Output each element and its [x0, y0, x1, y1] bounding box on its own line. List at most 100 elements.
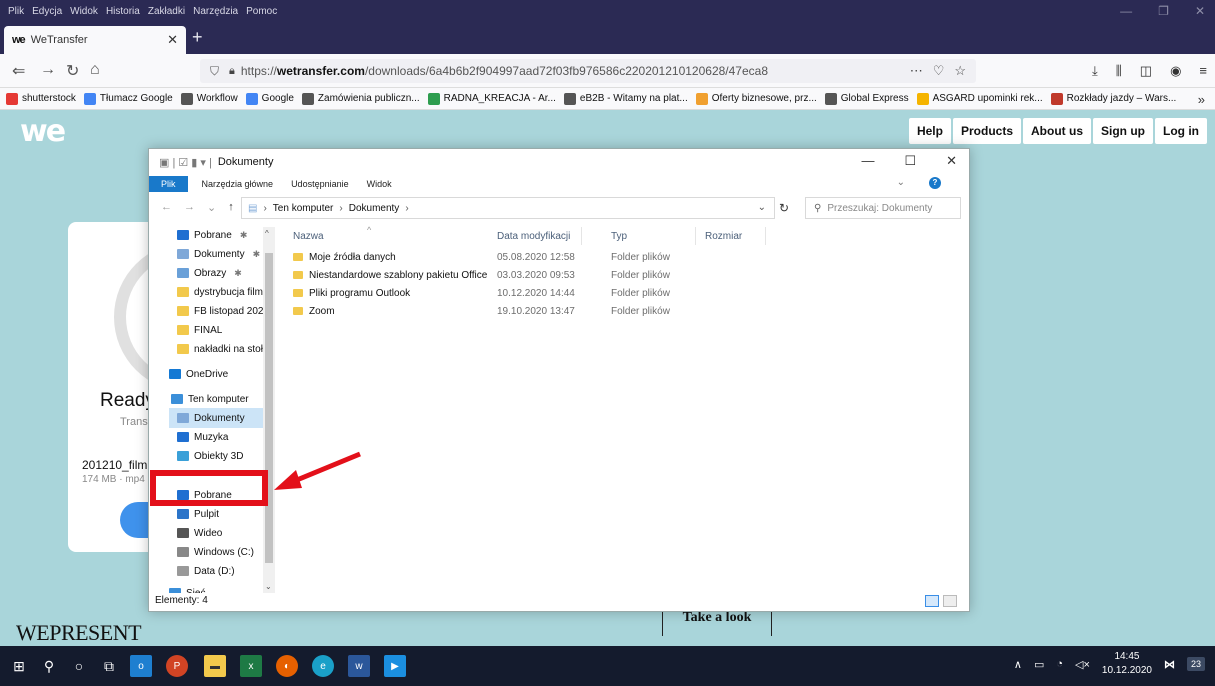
explorer-forward-icon[interactable]: →: [184, 201, 195, 214]
pocket-icon[interactable]: ♡: [933, 63, 945, 79]
media-icon[interactable]: ▶: [384, 655, 406, 677]
task-view-icon[interactable]: ⧉: [98, 655, 120, 677]
address-dropdown-icon[interactable]: ⌄: [758, 202, 766, 213]
nav-item[interactable]: Pobrane ✱: [177, 225, 247, 245]
nav-item[interactable]: nakładki na stoły: [177, 339, 268, 359]
volume-icon[interactable]: ◁×: [1075, 658, 1090, 671]
lock-icon[interactable]: 🔒︎: [229, 65, 235, 78]
nav-item[interactable]: dystrybucja filmi: [177, 282, 265, 302]
minimize-icon[interactable]: —: [1120, 4, 1132, 18]
column-divider[interactable]: [765, 227, 766, 245]
firefox-icon[interactable]: ◐: [276, 655, 298, 677]
nav-item[interactable]: Pulpit: [177, 504, 219, 524]
new-tab-icon[interactable]: +: [192, 27, 203, 48]
quick-access-toolbar-icon[interactable]: ▣ | ☑ ▮ ▾ |: [159, 156, 212, 169]
back-icon[interactable]: ⇐: [12, 61, 25, 81]
file-explorer-icon[interactable]: ▬: [204, 655, 226, 677]
nav-item[interactable]: Data (D:): [177, 561, 235, 581]
page-actions-icon[interactable]: ⋯: [910, 63, 923, 79]
menu-item[interactable]: Zakładki: [148, 6, 185, 17]
explorer-maximize-icon[interactable]: ☐: [904, 153, 916, 169]
pin-icon[interactable]: ✱: [234, 268, 242, 279]
column-divider[interactable]: [695, 227, 696, 245]
ribbon-tab[interactable]: Narzędzia główne: [202, 179, 274, 189]
forward-icon[interactable]: →: [40, 61, 56, 79]
ribbon-tab[interactable]: Udostępnianie: [291, 179, 349, 189]
close-icon[interactable]: ✕: [1195, 4, 1205, 18]
nav-item[interactable]: Windows (C:): [177, 542, 254, 562]
cortana-icon[interactable]: ○: [68, 655, 90, 677]
column-divider[interactable]: [581, 227, 582, 245]
nav-item[interactable]: Obiekty 3D: [177, 446, 243, 466]
nav-link[interactable]: Log in: [1155, 118, 1207, 144]
powerpoint-icon[interactable]: P: [166, 655, 188, 677]
menu-item[interactable]: Historia: [106, 6, 140, 17]
restore-icon[interactable]: ❐: [1158, 4, 1169, 18]
column-date[interactable]: Data modyfikacji: [497, 231, 570, 242]
scroll-down-icon[interactable]: ⌄: [265, 582, 272, 591]
breadcrumb-item[interactable]: Ten komputer: [273, 203, 334, 214]
bookmark-item[interactable]: shutterstock: [6, 92, 76, 105]
nav-item[interactable]: FINAL: [177, 320, 222, 340]
nav-item[interactable]: Wideo: [177, 523, 222, 543]
nav-item[interactable]: Obrazy ✱: [177, 263, 242, 283]
explorer-back-icon[interactable]: ←: [161, 201, 172, 214]
file-row[interactable]: Zoom 19.10.2020 13:47 Folder plików: [293, 303, 793, 321]
nav-link[interactable]: Help: [908, 118, 951, 144]
menu-item[interactable]: Widok: [70, 6, 98, 17]
battery-icon[interactable]: ▭: [1034, 658, 1044, 671]
bookmark-item[interactable]: Tłumacz Google: [83, 92, 173, 105]
bookmark-item[interactable]: Workflow: [180, 92, 238, 105]
explorer-minimize-icon[interactable]: —: [861, 153, 874, 169]
ribbon-expand-icon[interactable]: ⌄: [897, 177, 905, 189]
explorer-close-icon[interactable]: ✕: [946, 153, 957, 169]
start-icon[interactable]: ⊞: [8, 655, 30, 677]
bookmark-item[interactable]: Rozkłady jazdy – Wars...: [1050, 92, 1176, 105]
menu-item[interactable]: Pomoc: [246, 6, 277, 17]
menu-item[interactable]: Narzędzia: [193, 6, 238, 17]
shield-icon[interactable]: ⛉: [210, 64, 219, 79]
clock[interactable]: 14:45 10.12.2020: [1102, 650, 1152, 678]
refresh-icon[interactable]: ↻: [779, 201, 789, 215]
sidebar-icon[interactable]: ◫: [1140, 63, 1152, 79]
bookmark-item[interactable]: RADNA_KREACJA - Ar...: [427, 92, 556, 105]
nav-item[interactable]: FB listopad 2020: [177, 301, 269, 321]
column-size[interactable]: Rozmiar: [705, 231, 742, 242]
file-row[interactable]: Niestandardowe szablony pakietu Office 03…: [293, 267, 793, 285]
network-icon[interactable]: ◔: [1056, 658, 1063, 670]
file-row[interactable]: Pliki programu Outlook 10.12.2020 14:44 Fo…: [293, 285, 793, 303]
recent-dropdown-icon[interactable]: ⌄: [207, 201, 216, 214]
column-type[interactable]: Typ: [611, 231, 627, 242]
library-icon[interactable]: ⫼: [1116, 63, 1122, 79]
tab-wetransfer[interactable]: we WeTransfer ✕: [4, 26, 186, 54]
tab-close-icon[interactable]: ✕: [167, 32, 178, 48]
nav-item[interactable]: Ten komputer: [171, 389, 249, 409]
bookmark-item[interactable]: ASGARD upominki rek...: [916, 92, 1043, 105]
menu-item[interactable]: Plik: [8, 6, 24, 17]
nav-item[interactable]: Dokumenty ✱: [177, 244, 260, 264]
pin-icon[interactable]: ✱: [240, 230, 248, 241]
scroll-up-icon[interactable]: ^: [265, 229, 269, 238]
edge-icon[interactable]: e: [312, 655, 334, 677]
word-icon[interactable]: w: [348, 655, 370, 677]
nav-link[interactable]: Sign up: [1093, 118, 1153, 144]
wetransfer-logo[interactable]: we: [20, 114, 66, 149]
wepresent-logo[interactable]: WEPRESENT: [16, 620, 142, 646]
bookmarks-overflow-icon[interactable]: »: [1198, 92, 1205, 107]
excel-icon[interactable]: x: [240, 655, 262, 677]
ribbon-tab[interactable]: Widok: [367, 179, 392, 189]
account-icon[interactable]: ◉: [1170, 63, 1181, 79]
pin-icon[interactable]: ✱: [253, 249, 261, 260]
nav-link[interactable]: Products: [952, 118, 1021, 144]
nav-item[interactable]: Muzyka: [177, 427, 228, 447]
nav-item[interactable]: Dokumenty: [169, 408, 267, 428]
navigation-scrollbar[interactable]: ^ ⌄: [263, 227, 275, 593]
nav-item[interactable]: Sieć: [169, 583, 205, 593]
url-bar[interactable]: ⛉ 🔒︎ https://wetransfer.com/downloads/6a…: [200, 59, 976, 83]
up-icon[interactable]: ↑: [228, 201, 234, 214]
menu-item[interactable]: Edycja: [32, 6, 62, 17]
menu-icon[interactable]: ≡: [1199, 63, 1207, 79]
nav-item[interactable]: OneDrive: [169, 364, 228, 384]
bookmark-item[interactable]: Google: [245, 92, 294, 105]
bookmark-item[interactable]: eB2B - Witamy na plat...: [563, 92, 688, 105]
